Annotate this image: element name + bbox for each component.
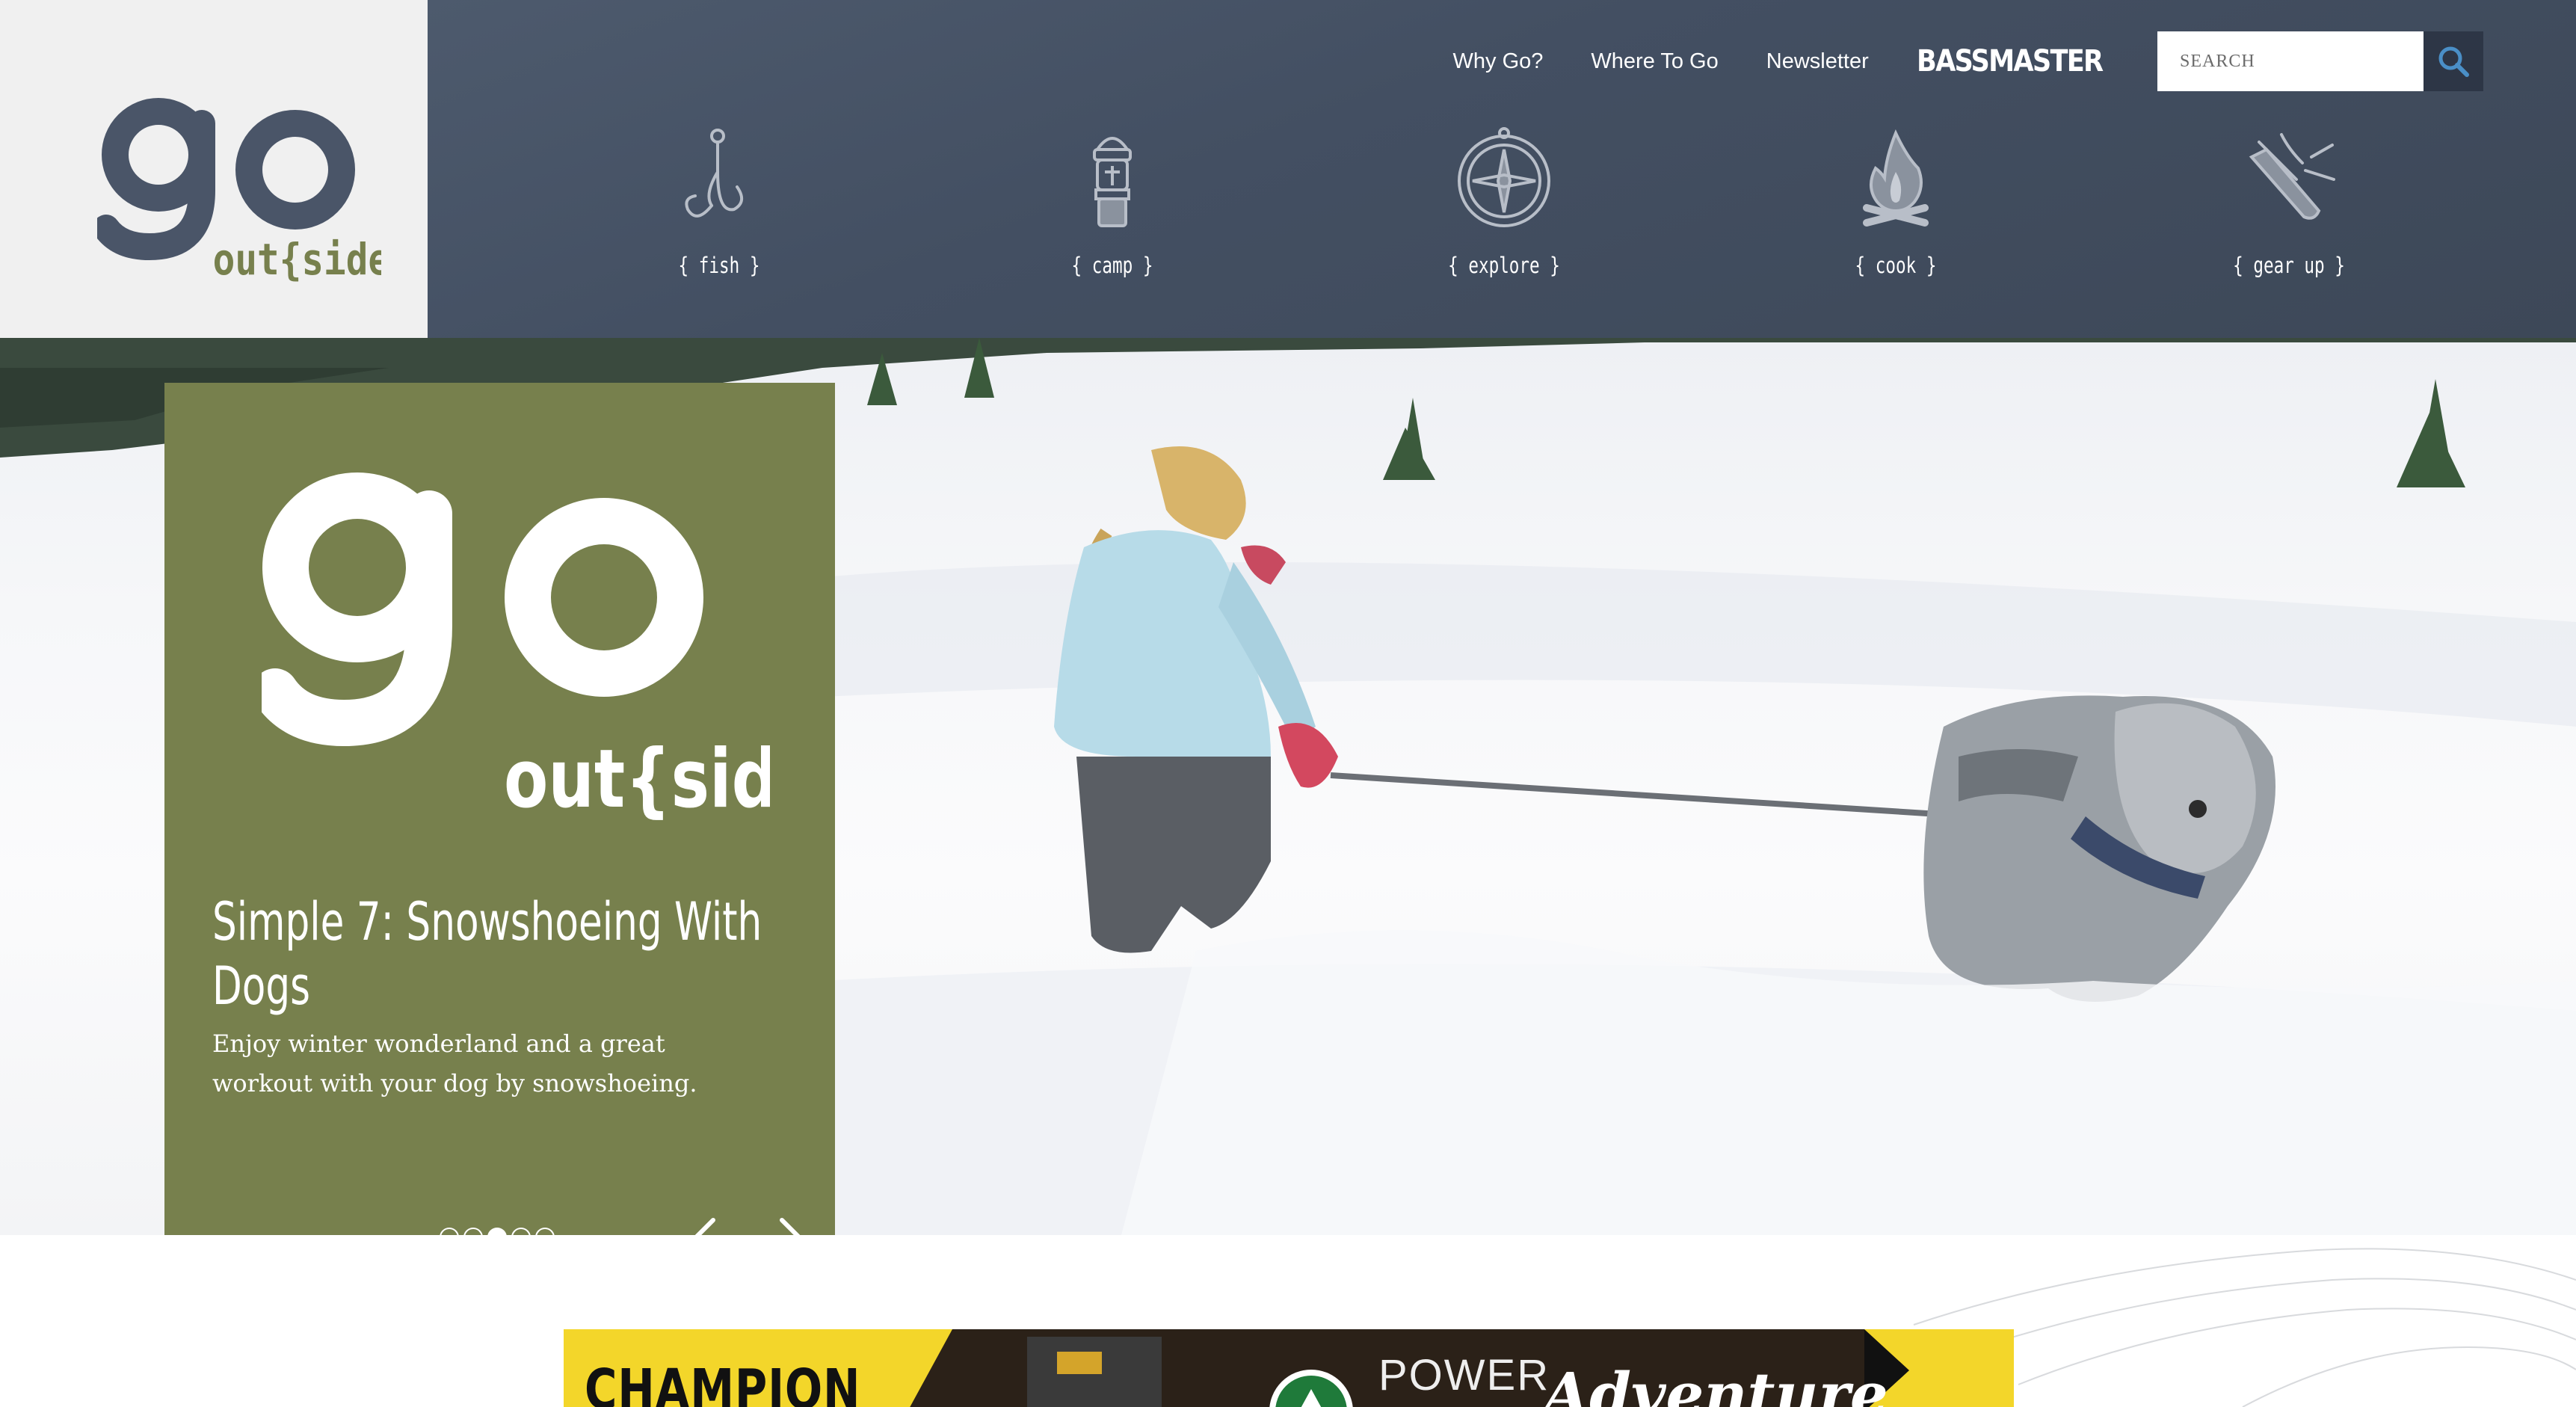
slide-dot-2[interactable] xyxy=(463,1228,483,1235)
chevron-left-icon xyxy=(694,1218,715,1235)
hero-logo-sub-text: out{side} xyxy=(504,733,770,820)
compass-icon xyxy=(1458,127,1550,227)
category-cook-label: { cook } xyxy=(1855,253,1937,278)
logo-sub-text: out{side} xyxy=(213,234,381,285)
site-logo[interactable]: out{side} xyxy=(0,0,428,338)
hero-card: out{side} Simple 7: Snowshoeing With Dog… xyxy=(164,383,835,1235)
bassmaster-logo[interactable]: BASSMASTER xyxy=(1917,44,2104,78)
chevron-right-icon xyxy=(780,1218,801,1235)
go-outside-logo: out{side} xyxy=(97,98,381,285)
below-hero-section: CHAMPION POWER Adventure xyxy=(0,1235,2576,1407)
category-nav: { fish } { camp } {explore} {cook} {… xyxy=(428,127,2576,299)
dog-figure xyxy=(1923,695,2275,1002)
lantern-icon xyxy=(1093,137,1132,227)
ad-headline-adventure: Adventure xyxy=(1543,1359,1888,1407)
nav-where-to-go[interactable]: Where To Go xyxy=(1591,49,1718,74)
top-nav: Why Go? Where To Go Newsletter BASSMASTE… xyxy=(1453,30,2576,93)
ad-brand: CHAMPION xyxy=(585,1358,861,1407)
category-fish[interactable]: { fish } xyxy=(637,127,801,278)
category-explore-label: { explore } xyxy=(1448,253,1560,278)
search-button[interactable] xyxy=(2424,31,2483,91)
multitool-icon xyxy=(2249,133,2335,220)
girl-figure xyxy=(1054,446,1338,953)
nav-why-go[interactable]: Why Go? xyxy=(1453,49,1544,74)
category-fish-label: { fish } xyxy=(678,253,760,278)
category-camp[interactable]: { camp } xyxy=(1030,127,1195,278)
prev-slide-button[interactable] xyxy=(686,1214,724,1235)
category-gear-up[interactable]: { gear up } xyxy=(2207,127,2371,278)
category-camp-label: { camp } xyxy=(1071,253,1153,278)
fish-hook-icon xyxy=(685,129,743,218)
slide-dot-1[interactable] xyxy=(440,1228,459,1235)
hero-description: Enjoy winter wonderland and a great work… xyxy=(212,1029,697,1097)
slide-dot-3[interactable] xyxy=(487,1228,507,1235)
search-icon xyxy=(2438,46,2469,77)
category-cook[interactable]: { cook } xyxy=(1814,127,1978,278)
next-slide-button[interactable] xyxy=(771,1214,809,1235)
slide-dot-5[interactable] xyxy=(535,1228,555,1235)
nav-newsletter[interactable]: Newsletter xyxy=(1766,49,1869,74)
hero-go-outside-logo: out{side} xyxy=(262,472,770,820)
slide-dot-4[interactable] xyxy=(511,1228,531,1235)
hero-title[interactable]: Simple 7: Snowshoeing With Dogs xyxy=(212,890,801,1018)
hero-slider: out{side} Simple 7: Snowshoeing With Dog… xyxy=(0,338,2576,1235)
category-explore[interactable]: { explore } xyxy=(1422,127,1586,278)
champion-ad-banner[interactable]: CHAMPION POWER Adventure xyxy=(564,1329,2014,1407)
category-gear-up-label: { gear up } xyxy=(2233,253,2345,278)
ad-headline-power: POWER xyxy=(1378,1351,1550,1400)
search-input[interactable] xyxy=(2157,31,2424,91)
campfire-icon xyxy=(1863,129,1929,227)
slide-dots xyxy=(440,1228,555,1235)
site-header: Why Go? Where To Go Newsletter BASSMASTE… xyxy=(428,0,2576,338)
